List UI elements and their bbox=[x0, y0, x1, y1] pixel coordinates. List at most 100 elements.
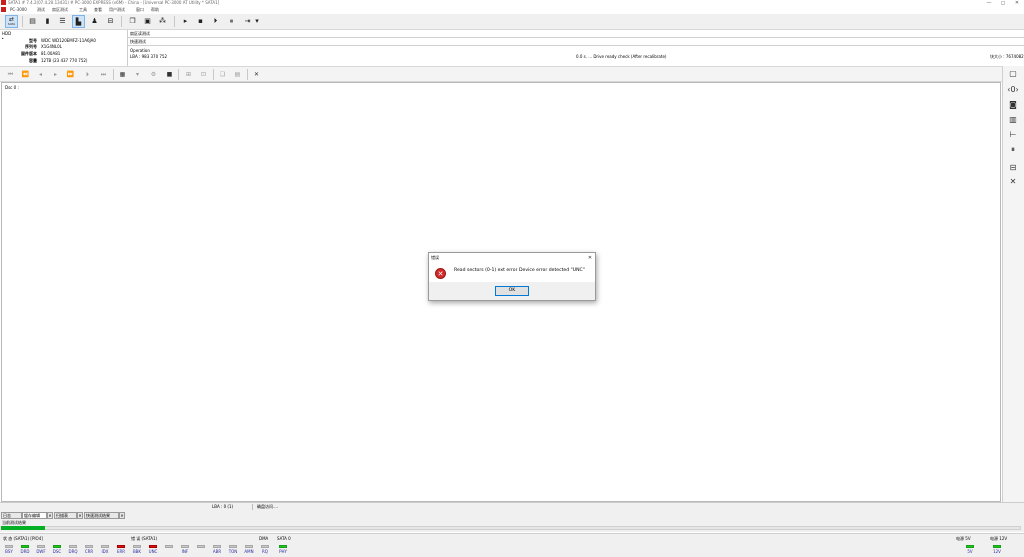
tools-side-button[interactable]: ✕ bbox=[1006, 176, 1020, 188]
last-button[interactable]: ⏭ bbox=[98, 69, 109, 80]
operation-label: Operation bbox=[130, 48, 150, 53]
menu-item-sector-test[interactable]: 扇区测试 bbox=[52, 7, 68, 13]
prev-icon: ◂ bbox=[38, 71, 42, 78]
next-button[interactable]: ▸ bbox=[50, 69, 61, 80]
chip-icon: ▤ bbox=[29, 17, 36, 25]
serial-label: 序列号 bbox=[25, 44, 37, 49]
toolbar-separator bbox=[178, 69, 179, 80]
fast-forward-button[interactable]: ⏵ bbox=[82, 69, 93, 80]
tab-quick-test-results[interactable]: 快速测试结果 bbox=[84, 512, 119, 519]
led-indicator bbox=[213, 545, 221, 548]
capacity-label: 容量 bbox=[29, 58, 37, 63]
toolbar-separator bbox=[174, 16, 175, 27]
script-icon: ⁂ bbox=[159, 17, 166, 25]
grid-button[interactable]: ▦ bbox=[117, 69, 128, 80]
building-button[interactable]: ▥ bbox=[1006, 114, 1020, 126]
menu-item-pc3000[interactable]: PC-3000 bbox=[10, 7, 27, 12]
tab-close-icon[interactable]: ✕ bbox=[77, 512, 83, 519]
log-button[interactable]: ☰ bbox=[56, 15, 69, 28]
first-button[interactable]: ⏮ bbox=[5, 69, 16, 80]
play-button[interactable]: ▸ bbox=[179, 15, 192, 28]
model-value: WDC WD120EMFZ-11A6JA0 bbox=[41, 38, 96, 43]
ok-button[interactable]: OK bbox=[495, 286, 529, 296]
tools-icon: ✕ bbox=[253, 71, 260, 78]
map-icon: ⊡ bbox=[200, 71, 207, 78]
toolbar-separator bbox=[121, 16, 122, 27]
led-indicator bbox=[197, 545, 205, 548]
led-label: ABR bbox=[212, 549, 222, 554]
tools-button[interactable]: ✕ bbox=[251, 69, 262, 80]
image-button[interactable]: ▣ bbox=[141, 15, 154, 28]
pause-button[interactable]: ⏸ bbox=[225, 15, 238, 28]
next-fast-button[interactable]: ⏩ bbox=[65, 69, 76, 80]
status-bar: LBA : 0 (1) 确盘访问.... bbox=[0, 502, 1024, 511]
step-button[interactable]: ⏵ bbox=[209, 15, 222, 28]
drive-side-button[interactable]: ⊟ bbox=[1006, 162, 1020, 174]
tools-icon: ✕ bbox=[1009, 177, 1017, 186]
copy-button[interactable]: ❐ bbox=[126, 15, 139, 28]
log-text: Dsc 0 : bbox=[5, 85, 19, 90]
led-indicator bbox=[165, 545, 173, 548]
led-label: INF bbox=[181, 549, 189, 554]
prev-fast-button[interactable]: ⏪ bbox=[20, 69, 31, 80]
menu-bar: PC-3000 测试 扇区测试 工具 查看 用户测试 窗口 帮助 bbox=[0, 6, 1024, 14]
tab-scan-table[interactable]: 扫描表 bbox=[54, 512, 77, 519]
battery-icon: ▮ bbox=[45, 17, 50, 25]
led-label: DRQ bbox=[68, 549, 78, 554]
panel-icon: ▢ bbox=[1009, 69, 1017, 78]
led-indicator bbox=[279, 545, 287, 548]
sata-port-button[interactable]: ⇄ SATA bbox=[5, 15, 18, 28]
menu-item-help[interactable]: 帮助 bbox=[151, 7, 159, 13]
panel-button[interactable]: ▢ bbox=[1006, 68, 1020, 80]
pause-side-button[interactable]: ⏸ bbox=[1006, 144, 1020, 156]
script-button[interactable]: ⁂ bbox=[156, 15, 169, 28]
led-label: 12V bbox=[993, 549, 1001, 554]
tab-log[interactable]: 日志 bbox=[1, 512, 22, 519]
operation-lba: LBA : 983 370 752 bbox=[130, 54, 168, 59]
tree-button[interactable]: ⊢ bbox=[1006, 129, 1020, 141]
led-label: BBK bbox=[132, 549, 142, 554]
tab-close-icon[interactable]: ✕ bbox=[119, 512, 125, 519]
dialog-footer: OK bbox=[429, 282, 595, 300]
map-button[interactable]: ⊞ bbox=[183, 69, 194, 80]
operation-block-size: 块大小 : 7674082 bbox=[990, 54, 1024, 59]
save-button[interactable]: ▤ bbox=[232, 69, 243, 80]
stop-icon: ▪ bbox=[198, 17, 203, 25]
menu-item-test[interactable]: 测试 bbox=[37, 7, 45, 13]
led-label: DWF bbox=[36, 549, 46, 554]
person-button[interactable]: ♟ bbox=[88, 15, 101, 28]
dialog-close-icon[interactable]: ✕ bbox=[586, 254, 594, 262]
menu-item-window[interactable]: 窗口 bbox=[136, 7, 144, 13]
bar-chart-icon: ▙ bbox=[75, 18, 82, 26]
bottom-tabs: 日志 缓存编辑 ✕ 扫描表 ✕ 快速测试结果 ✕ bbox=[0, 511, 1024, 520]
map2-button[interactable]: ⊡ bbox=[198, 69, 209, 80]
menu-item-tools[interactable]: 工具 bbox=[79, 7, 87, 13]
tab-buffer-edit[interactable]: 缓存编辑 bbox=[22, 512, 47, 519]
power-button[interactable]: ▮ bbox=[41, 15, 54, 28]
drive-id-button[interactable]: ▤ bbox=[26, 15, 39, 28]
settings-button[interactable]: ⚙ bbox=[148, 69, 159, 80]
skip-dropdown[interactable]: ▾ bbox=[253, 15, 261, 28]
menu-item-user-test[interactable]: 用户测试 bbox=[109, 7, 125, 13]
tab-close-icon[interactable]: ✕ bbox=[47, 512, 53, 519]
hex-button[interactable]: ‹0› bbox=[1006, 84, 1020, 96]
chart-button[interactable]: ▙ bbox=[72, 15, 85, 28]
document-icon: ❏ bbox=[219, 71, 226, 78]
dropdown-button[interactable]: ▾ bbox=[132, 69, 143, 80]
led-indicator bbox=[229, 545, 237, 548]
led-label: ERR bbox=[116, 549, 126, 554]
forward-icon: ⏩ bbox=[66, 71, 75, 78]
prev-button[interactable]: ◂ bbox=[35, 69, 46, 80]
disk-button[interactable]: ◙ bbox=[1006, 99, 1020, 111]
led-indicator bbox=[53, 545, 61, 548]
led-label: UNC bbox=[148, 549, 158, 554]
stop-button[interactable]: ▪ bbox=[194, 15, 207, 28]
drive-button[interactable]: ⊟ bbox=[104, 15, 117, 28]
menu-item-view[interactable]: 查看 bbox=[94, 7, 102, 13]
status-ready: 确盘访问.... bbox=[257, 504, 279, 509]
led-label: RQ bbox=[262, 549, 268, 554]
tree-icon: ⊢ bbox=[1009, 130, 1017, 139]
doc-button[interactable]: ❏ bbox=[217, 69, 228, 80]
toolbar-separator bbox=[247, 69, 248, 80]
stop-test-button[interactable]: ■ bbox=[164, 69, 175, 80]
